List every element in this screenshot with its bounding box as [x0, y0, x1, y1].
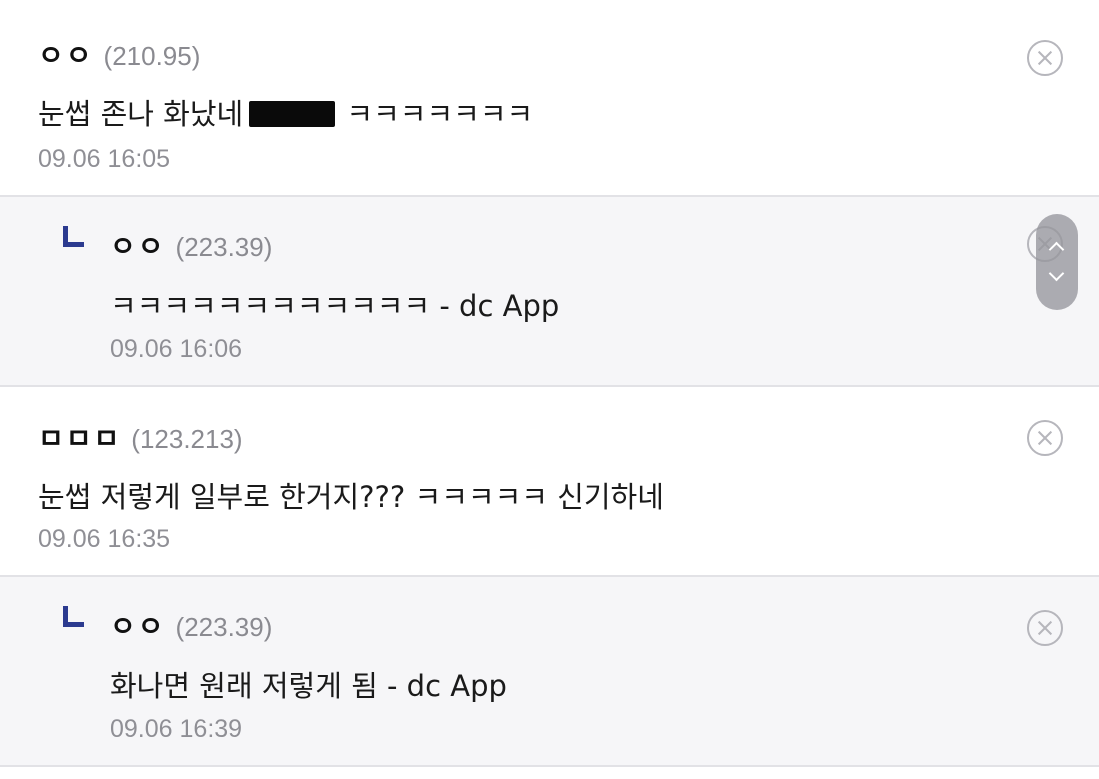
comment-ip: (223.39) — [175, 232, 273, 262]
comment-header: ㅇㅇ (223.39) — [110, 605, 272, 645]
comment-nickname[interactable]: ㅇㅇ — [110, 605, 166, 645]
comment-nickname[interactable]: ㅁㅁㅁ — [38, 417, 121, 457]
comment-text: ㅋㅋㅋㅋㅋㅋㅋㅋㅋㅋㅋㅋ - dc App — [110, 289, 560, 323]
comment-nickname[interactable]: ㅇㅇ — [110, 225, 166, 265]
reply-item: ㅇㅇ (223.39) ㅋㅋㅋㅋㅋㅋㅋㅋㅋㅋㅋㅋ - dc App 09.06 … — [0, 197, 1099, 387]
comment-nickname[interactable]: ㅇㅇ — [38, 34, 94, 74]
close-circle-icon[interactable] — [1027, 610, 1063, 646]
close-circle-icon[interactable] — [1027, 40, 1063, 76]
comment-text-before: 눈썹 존나 화났네 — [38, 97, 244, 131]
comment-text: 눈썹 저렇게 일부로 한거지??? ㅋㅋㅋㅋㅋ 신기하네 — [38, 480, 664, 514]
comment-item: ㅇㅇ (210.95) 눈썹 존나 화났네 ㅋㅋㅋㅋㅋㅋㅋ 09.06 16:0… — [0, 0, 1099, 197]
close-circle-icon[interactable] — [1027, 420, 1063, 456]
comment-ip: (123.213) — [131, 424, 243, 454]
comment-date: 09.06 16:05 — [38, 145, 171, 173]
comment-header: ㅇㅇ (210.95) — [38, 34, 200, 74]
reply-corner-icon — [63, 606, 84, 627]
reply-item: ㅇㅇ (223.39) 화나면 원래 저렇게 됨 - dc App 09.06 … — [0, 577, 1099, 767]
scroll-navigator[interactable] — [1036, 214, 1078, 310]
reply-corner-icon — [63, 226, 84, 247]
comment-ip: (210.95) — [103, 41, 201, 71]
comment-date: 09.06 16:35 — [38, 525, 171, 553]
chevron-down-icon[interactable] — [1048, 265, 1065, 282]
comment-text: 화나면 원래 저렇게 됨 - dc App — [110, 669, 507, 703]
comment-date: 09.06 16:39 — [110, 715, 243, 743]
comment-date: 09.06 16:06 — [110, 335, 243, 363]
comment-text: 눈썹 존나 화났네 ㅋㅋㅋㅋㅋㅋㅋ — [38, 91, 533, 133]
comment-header: ㅇㅇ (223.39) — [110, 225, 272, 265]
redaction-mark — [249, 101, 336, 127]
comment-item: ㅁㅁㅁ (123.213) 눈썹 저렇게 일부로 한거지??? ㅋㅋㅋㅋㅋ 신기… — [0, 387, 1099, 577]
comment-ip: (223.39) — [175, 612, 273, 642]
chevron-up-icon[interactable] — [1048, 241, 1065, 258]
comment-header: ㅁㅁㅁ (123.213) — [38, 417, 243, 457]
comment-text-after: ㅋㅋㅋㅋㅋㅋㅋ — [337, 97, 534, 131]
